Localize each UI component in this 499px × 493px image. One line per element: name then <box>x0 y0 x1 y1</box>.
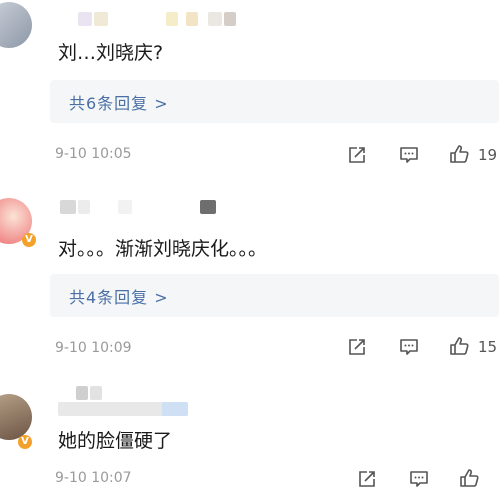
replies-count-label: 共4条回复 > <box>69 288 169 307</box>
view-replies-button[interactable]: 共6条回复 > <box>50 80 499 123</box>
verified-badge: V <box>18 435 32 449</box>
username-obscured[interactable] <box>58 200 228 214</box>
avatar[interactable] <box>0 394 32 440</box>
share-icon[interactable] <box>346 336 368 358</box>
thumbs-up-icon[interactable] <box>448 335 470 357</box>
like-count: 15 <box>478 338 498 356</box>
comment-item: V 她的脸僵硬了 9-10 10:07 <box>0 372 499 493</box>
view-replies-button[interactable]: 共4条回复 > <box>50 274 499 317</box>
avatar[interactable] <box>0 2 32 48</box>
share-icon[interactable] <box>346 144 368 166</box>
comment-timestamp: 9-10 10:07 <box>55 470 132 486</box>
comment-item: V 对。。。渐渐刘晓庆化。。。 共4条回复 > 9-10 10:09 15 <box>0 186 499 364</box>
like-count: 19 <box>478 146 498 164</box>
share-icon[interactable] <box>356 468 378 490</box>
comment-icon[interactable] <box>398 144 420 166</box>
thumbs-up-icon[interactable] <box>458 467 480 489</box>
comment-text: 她的脸僵硬了 <box>58 430 173 452</box>
comment-text: 对。。。渐渐刘晓庆化。。。 <box>58 238 268 260</box>
thumbs-up-icon[interactable] <box>448 143 470 165</box>
username-obscured[interactable] <box>58 386 198 416</box>
verified-badge: V <box>22 233 36 247</box>
username-obscured[interactable] <box>58 12 238 26</box>
comment-timestamp: 9-10 10:09 <box>55 340 132 356</box>
comment-text: 刘…刘晓庆? <box>58 42 164 64</box>
replies-count-label: 共6条回复 > <box>69 94 169 113</box>
comment-icon[interactable] <box>408 468 430 490</box>
comment-item: 刘…刘晓庆? 共6条回复 > 9-10 10:05 19 <box>0 0 499 176</box>
comment-timestamp: 9-10 10:05 <box>55 146 132 162</box>
comment-icon[interactable] <box>398 336 420 358</box>
